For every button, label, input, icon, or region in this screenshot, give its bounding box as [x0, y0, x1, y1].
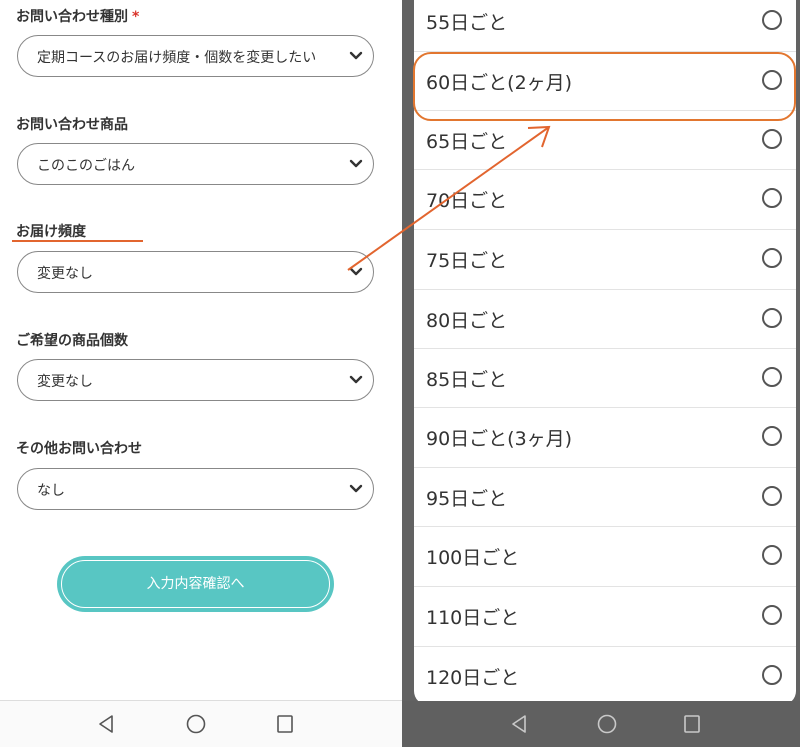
annotation-arrow: [347, 125, 551, 271]
